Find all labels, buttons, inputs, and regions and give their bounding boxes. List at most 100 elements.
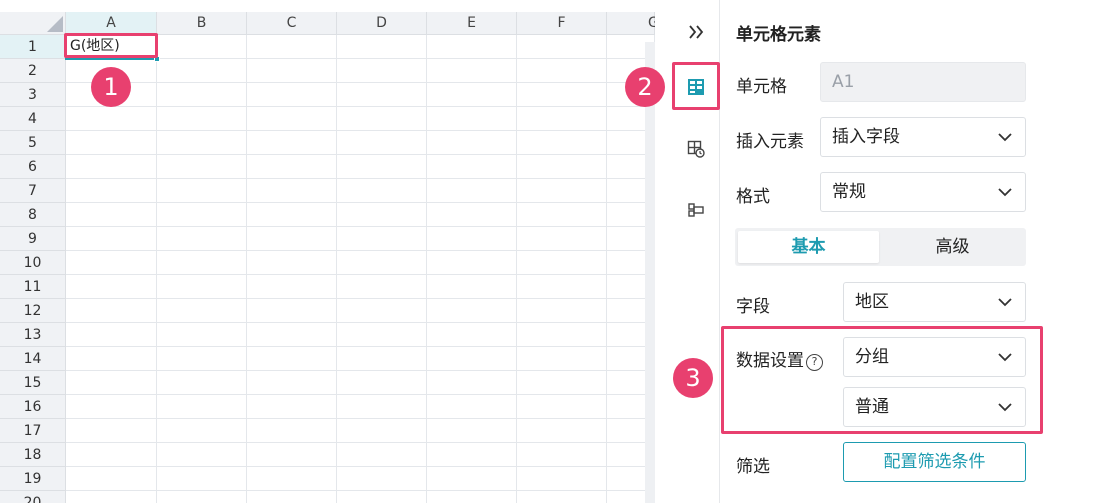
grid-cell[interactable] [66,251,157,275]
grid-cell[interactable] [157,35,247,59]
format-select[interactable]: 常规 [820,172,1026,212]
row-header-3[interactable]: 3 [0,83,66,107]
grid-cell[interactable] [247,227,337,251]
grid-cell[interactable] [337,275,427,299]
grid-cell[interactable] [427,443,517,467]
grid-cell[interactable] [337,251,427,275]
grid-cell[interactable] [427,371,517,395]
row-header-9[interactable]: 9 [0,227,66,251]
grid-cell[interactable] [247,203,337,227]
grid-cell[interactable] [157,419,247,443]
row-header-19[interactable]: 19 [0,467,66,491]
column-header-a[interactable]: A [66,12,157,35]
grid-cell[interactable] [427,35,517,59]
column-header-b[interactable]: B [157,12,247,35]
row-header-6[interactable]: 6 [0,155,66,179]
grid-cell[interactable] [247,347,337,371]
grid-cell[interactable] [66,275,157,299]
grid-cell[interactable] [247,467,337,491]
grid-cell[interactable] [427,179,517,203]
grid-cell[interactable] [427,155,517,179]
grid-cell[interactable] [427,347,517,371]
grid-cell[interactable] [517,179,607,203]
grid-cell[interactable] [66,179,157,203]
grid-cell[interactable] [427,227,517,251]
grid-cell[interactable] [517,203,607,227]
grid-cell[interactable] [337,419,427,443]
grid-cell[interactable] [247,179,337,203]
grid-cell[interactable] [337,491,427,503]
row-header-4[interactable]: 4 [0,107,66,131]
grid-cell[interactable] [66,107,157,131]
grid-cell[interactable] [157,347,247,371]
grid-cell[interactable] [337,395,427,419]
grid-cell[interactable] [337,155,427,179]
cell-attribute-icon[interactable] [676,129,716,169]
grid-cell[interactable] [247,131,337,155]
grid-cell[interactable] [517,467,607,491]
grid-cell[interactable] [247,275,337,299]
grid-cell[interactable] [66,155,157,179]
grid-cell[interactable] [337,467,427,491]
grid-cell[interactable] [157,299,247,323]
grid-cell[interactable] [337,443,427,467]
grid-cell[interactable] [517,155,607,179]
grid-cell[interactable] [66,131,157,155]
grid-cell[interactable] [247,419,337,443]
grid-cell[interactable] [337,35,427,59]
grid-cell[interactable] [157,155,247,179]
row-header-8[interactable]: 8 [0,203,66,227]
grid-cell[interactable] [157,467,247,491]
grid-cell[interactable] [247,491,337,503]
grid-cell[interactable] [157,395,247,419]
grid-cell[interactable] [337,83,427,107]
layout-icon[interactable] [676,190,716,230]
row-header-1[interactable]: 1 [0,35,66,59]
grid-cell[interactable] [66,443,157,467]
grid-cell[interactable] [66,299,157,323]
grid-cell[interactable] [157,323,247,347]
grid-cell[interactable] [66,419,157,443]
grid-cell[interactable] [66,203,157,227]
grid-cell[interactable] [247,155,337,179]
field-select[interactable]: 地区 [843,282,1026,322]
grid-cell[interactable] [247,299,337,323]
grid-cell[interactable] [517,371,607,395]
grid-cell[interactable] [157,227,247,251]
column-header-e[interactable]: E [427,12,517,35]
row-header-5[interactable]: 5 [0,131,66,155]
grid-cell[interactable] [247,371,337,395]
row-header-10[interactable]: 10 [0,251,66,275]
column-header-c[interactable]: C [247,12,337,35]
grid-cell[interactable] [427,59,517,83]
grid-cell[interactable] [247,251,337,275]
column-header-f[interactable]: F [517,12,607,35]
grid-cell[interactable] [66,395,157,419]
grid-cell[interactable] [157,83,247,107]
grid-cell[interactable] [66,371,157,395]
grid-cell[interactable] [337,131,427,155]
grid-cell[interactable] [517,395,607,419]
grid-cell[interactable] [427,395,517,419]
grid-cell[interactable] [337,227,427,251]
row-header-7[interactable]: 7 [0,179,66,203]
grid-cell[interactable] [247,59,337,83]
configure-filter-button[interactable]: 配置筛选条件 [843,442,1026,482]
grid-cell[interactable] [517,227,607,251]
grid-cell[interactable] [427,107,517,131]
grid-cell[interactable] [427,251,517,275]
grid-cell[interactable] [517,299,607,323]
grid-cell[interactable] [517,347,607,371]
grid-cell[interactable] [337,203,427,227]
grid-cell[interactable] [66,227,157,251]
grid-cell[interactable] [427,467,517,491]
grid-cell[interactable] [247,35,337,59]
row-header-2[interactable]: 2 [0,59,66,83]
grid-cell[interactable] [427,491,517,503]
grid-cell[interactable] [157,203,247,227]
row-header-12[interactable]: 12 [0,299,66,323]
grid-cell[interactable] [427,203,517,227]
grid-cell[interactable] [247,107,337,131]
grid-cell[interactable] [157,59,247,83]
grid-cell[interactable] [247,323,337,347]
